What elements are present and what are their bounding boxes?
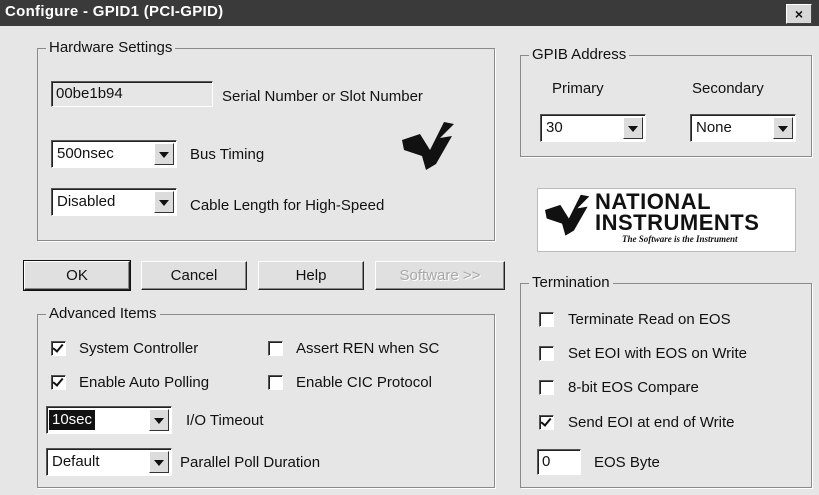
national-instruments-logo: NATIONAL INSTRUMENTS The Software is the… xyxy=(537,188,796,252)
chevron-down-icon[interactable] xyxy=(149,409,169,431)
secondary-label: Secondary xyxy=(692,80,764,97)
software-button[interactable]: Software >> xyxy=(375,261,505,290)
send-eoi-end-label: Send EOI at end of Write xyxy=(568,414,735,431)
secondary-address-select[interactable]: None xyxy=(690,114,796,142)
set-eoi-eos-label: Set EOI with EOS on Write xyxy=(568,345,747,362)
auto-polling-checkbox[interactable] xyxy=(51,375,66,390)
set-eoi-eos-checkbox[interactable] xyxy=(539,346,554,361)
parallel-poll-value: Default xyxy=(52,453,100,470)
io-timeout-label: I/O Timeout xyxy=(186,412,264,429)
eos-compare-8bit-checkbox[interactable] xyxy=(539,380,554,395)
io-timeout-select[interactable]: 10sec xyxy=(46,406,172,434)
help-button[interactable]: Help xyxy=(258,261,364,290)
bus-timing-select[interactable]: 500nsec xyxy=(51,140,177,168)
eos-byte-label: EOS Byte xyxy=(594,454,660,471)
bus-timing-value: 500nsec xyxy=(57,145,114,162)
primary-address-select[interactable]: 30 xyxy=(540,114,646,142)
serial-number-field[interactable]: 00be1b94 xyxy=(51,81,213,107)
auto-polling-label: Enable Auto Polling xyxy=(79,374,210,391)
hardware-settings-label: Hardware Settings xyxy=(46,39,176,57)
cable-length-label: Cable Length for High-Speed xyxy=(190,197,385,214)
cic-protocol-checkbox[interactable] xyxy=(268,375,283,390)
terminate-read-eos-checkbox[interactable] xyxy=(539,312,554,327)
chevron-down-icon[interactable] xyxy=(154,191,174,213)
ni-eagle-icon xyxy=(402,122,454,170)
assert-ren-checkbox[interactable] xyxy=(268,341,283,356)
chevron-down-icon[interactable] xyxy=(773,117,793,139)
primary-address-value: 30 xyxy=(546,119,563,136)
eos-byte-field[interactable]: 0 xyxy=(537,449,581,475)
chevron-down-icon[interactable] xyxy=(149,451,169,473)
terminate-read-eos-label: Terminate Read on EOS xyxy=(568,311,731,328)
termination-label: Termination xyxy=(529,274,613,292)
eos-compare-8bit-label: 8-bit EOS Compare xyxy=(568,379,699,396)
chevron-down-icon[interactable] xyxy=(154,143,174,165)
close-button[interactable]: × xyxy=(786,4,812,24)
window-title: Configure - GPID1 (PCI-GPID) xyxy=(5,3,224,20)
cic-protocol-label: Enable CIC Protocol xyxy=(296,374,432,391)
gpib-address-label: GPIB Address xyxy=(529,46,630,64)
serial-number-label: Serial Number or Slot Number xyxy=(222,88,423,105)
cable-length-select[interactable]: Disabled xyxy=(51,188,177,216)
title-bar[interactable]: Configure - GPID1 (PCI-GPID) × xyxy=(0,0,819,26)
cable-length-value: Disabled xyxy=(57,193,116,210)
ni-logo-eagle-icon xyxy=(545,194,590,236)
assert-ren-label: Assert REN when SC xyxy=(296,340,440,357)
advanced-items-label: Advanced Items xyxy=(46,305,160,323)
chevron-down-icon[interactable] xyxy=(623,117,643,139)
system-controller-checkbox[interactable] xyxy=(51,341,66,356)
ok-button[interactable]: OK xyxy=(23,260,131,291)
logo-slogan: The Software is the Instrument xyxy=(622,234,738,244)
bus-timing-label: Bus Timing xyxy=(190,146,265,163)
parallel-poll-label: Parallel Poll Duration xyxy=(180,454,321,471)
logo-text-instruments: INSTRUMENTS xyxy=(595,210,760,235)
cancel-button[interactable]: Cancel xyxy=(141,261,247,290)
io-timeout-value: 10sec xyxy=(49,410,96,430)
primary-label: Primary xyxy=(552,80,604,97)
secondary-address-value: None xyxy=(696,119,732,136)
send-eoi-end-checkbox[interactable] xyxy=(539,415,554,430)
system-controller-label: System Controller xyxy=(79,340,199,357)
parallel-poll-select[interactable]: Default xyxy=(46,448,172,476)
